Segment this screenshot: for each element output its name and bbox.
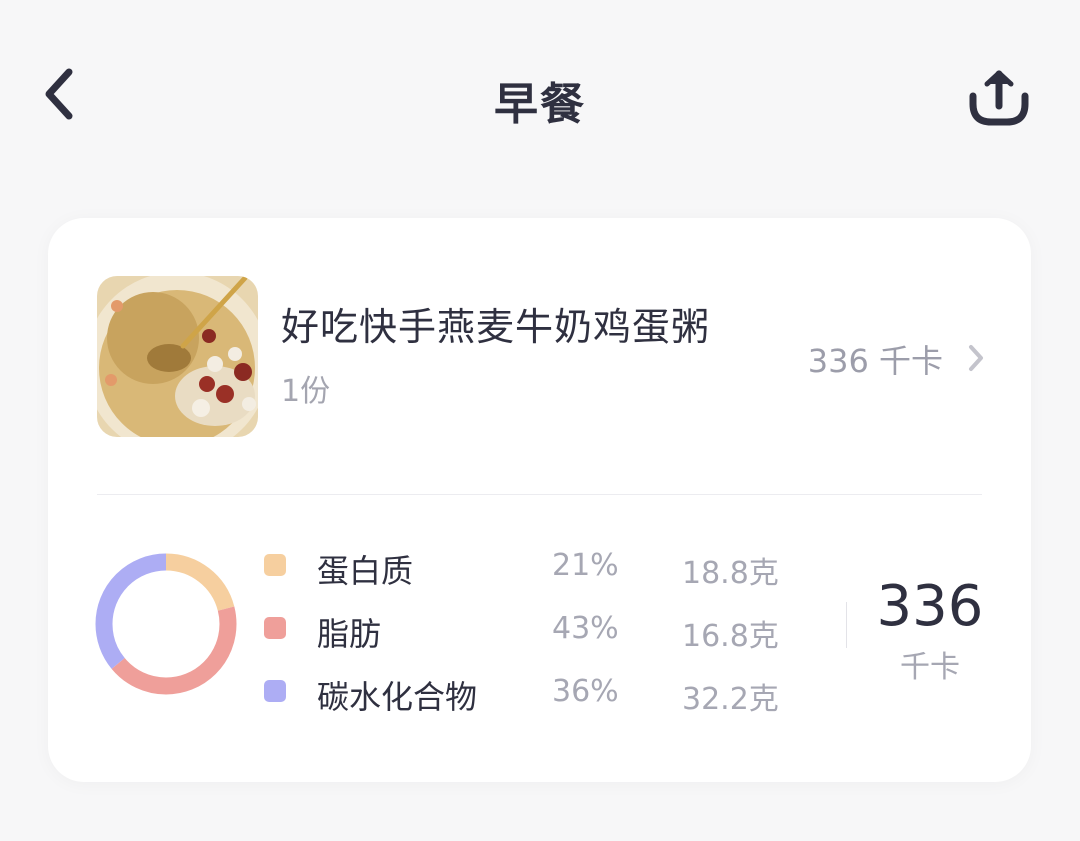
carbs-swatch (264, 680, 286, 702)
nutrient-row-fat: 脂肪 43% 16.8克 (262, 607, 822, 654)
nutrient-grams: 32.2克 (682, 682, 779, 717)
nutrient-percent: 36% (552, 674, 619, 709)
divider (97, 494, 982, 495)
nutrient-row-carbs: 碳水化合物 36% 32.2克 (262, 670, 822, 717)
food-calories: 336 千卡 (807, 342, 943, 380)
total-calories-value: 336 (876, 574, 984, 639)
food-image (97, 276, 258, 437)
protein-swatch (264, 554, 286, 576)
meal-card: 好吃快手燕麦牛奶鸡蛋粥 1份 336 千卡 蛋白质 21% 18.8克 脂肪 4… (48, 218, 1031, 782)
fat-swatch (264, 617, 286, 639)
nutrient-percent: 43% (552, 611, 619, 646)
total-calories-unit: 千卡 (900, 650, 960, 685)
food-name: 好吃快手燕麦牛奶鸡蛋粥 (281, 305, 711, 349)
nutrient-percent: 21% (552, 548, 619, 583)
page-title: 早餐 (494, 79, 586, 130)
share-button[interactable] (962, 64, 1036, 132)
nutrient-name: 脂肪 (317, 615, 382, 653)
food-item-row[interactable]: 好吃快手燕麦牛奶鸡蛋粥 1份 336 千卡 (48, 218, 1031, 494)
top-bar: 早餐 (0, 0, 1080, 190)
nutrient-grams: 18.8克 (682, 556, 779, 591)
chevron-right-icon (961, 338, 991, 378)
nutrient-name: 碳水化合物 (317, 678, 478, 716)
nutrient-name: 蛋白质 (317, 552, 414, 590)
share-upload-icon (969, 70, 1029, 126)
nutrient-grams: 16.8克 (682, 619, 779, 654)
nutrient-row-protein: 蛋白质 21% 18.8克 (262, 544, 822, 591)
vertical-divider (846, 602, 847, 648)
food-portion: 1份 (281, 374, 331, 409)
macro-donut-chart (95, 553, 237, 695)
